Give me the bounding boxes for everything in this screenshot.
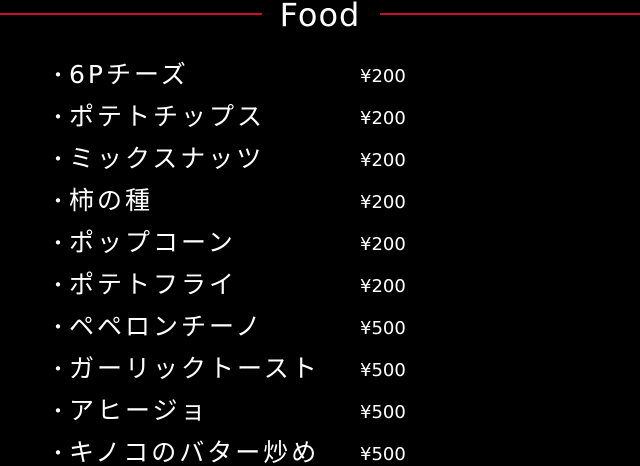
menu-item: ・ ガーリックトースト ¥500 [48,348,640,390]
menu-item-name: ポップコーン [69,228,236,257]
bullet-icon: ・ [48,273,68,297]
bullet-icon: ・ [48,399,68,423]
menu-item: ・ キノコのバター炒め ¥500 [48,432,640,466]
menu-item-name: 柿の種 [69,186,154,215]
menu-item-name: ガーリックトースト [69,354,320,383]
menu-item: ・ ポテトフライ ¥200 [48,264,640,306]
menu-item-price: ¥200 [360,150,406,171]
menu-item-name: ポテトチップス [69,102,266,131]
bullet-icon: ・ [48,357,68,381]
menu-item-name: ポテトフライ [69,270,238,299]
menu-item-price: ¥200 [360,234,406,255]
section-title: Food [279,0,361,34]
menu-item-price: ¥200 [360,66,406,87]
bullet-icon: ・ [48,231,68,255]
bullet-icon: ・ [48,147,68,171]
header-rule-left [0,13,262,15]
menu-item: ・ ポテトチップス ¥200 [48,96,640,138]
menu-item: ・ アヒージョ ¥500 [48,390,640,432]
food-menu-list: ・ 6Pチーズ ¥200 ・ ポテトチップス ¥200 ・ ミックスナッツ ¥2… [48,54,640,466]
menu-item: ・ ポップコーン ¥200 [48,222,640,264]
menu-item-name: キノコのバター炒め [69,438,320,466]
menu-item: ・ ペペロンチーノ ¥500 [48,306,640,348]
menu-item-name: ミックスナッツ [69,144,265,173]
menu-item-price: ¥200 [360,108,406,129]
bullet-icon: ・ [48,315,68,339]
menu-item-price: ¥500 [360,402,406,423]
menu-item-name: アヒージョ [69,396,209,425]
menu-item-price: ¥200 [360,192,406,213]
menu-item-price: ¥500 [360,360,406,381]
menu-item-price: ¥500 [360,444,406,465]
header-rule-right [380,13,640,15]
bullet-icon: ・ [48,189,68,213]
section-header: Food [0,0,640,34]
menu-item-price: ¥500 [360,318,406,339]
menu-item: ・ 柿の種 ¥200 [48,180,640,222]
menu-item-price: ¥200 [360,276,406,297]
bullet-icon: ・ [48,441,68,465]
bullet-icon: ・ [48,63,68,87]
menu-item: ・ ミックスナッツ ¥200 [48,138,640,180]
menu-item-name: ペペロンチーノ [69,312,264,341]
bullet-icon: ・ [48,105,68,129]
menu-item: ・ 6Pチーズ ¥200 [48,54,640,96]
menu-item-name: 6Pチーズ [69,60,189,89]
